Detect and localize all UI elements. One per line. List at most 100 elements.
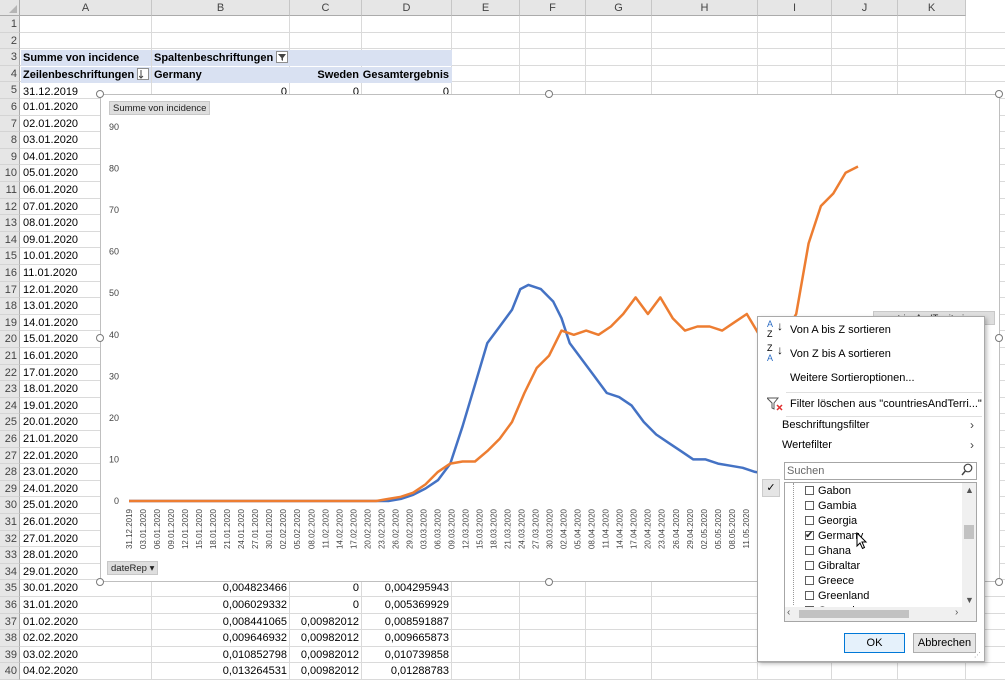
pivot-cell-sweden[interactable]: 0 [290,597,362,613]
pivot-row-date[interactable]: 02.01.2020 [23,116,98,132]
row-header-16[interactable]: 16 [0,265,20,282]
row-header-32[interactable]: 32 [0,530,20,548]
sort-z-to-a-item[interactable]: Z A ↓ Von Z bis A sortieren [758,343,984,365]
row-header-28[interactable]: 28 [0,464,20,481]
row-header-23[interactable]: 23 [0,381,20,398]
row-header-39[interactable]: 39 [0,646,20,664]
select-all-corner[interactable] [0,0,20,16]
row-filter-button[interactable] [137,68,150,81]
filter-list-item[interactable]: Gabon [805,484,851,499]
row-header-8[interactable]: 8 [0,132,20,149]
row-header-5[interactable]: 5 [0,82,20,99]
filter-list-item[interactable]: Germany [805,528,863,544]
ok-button[interactable]: OK [844,633,905,653]
row-header-10[interactable]: 10 [0,165,20,182]
pivot-row-date[interactable]: 17.01.2020 [23,365,98,381]
pivot-row-date[interactable]: 16.01.2020 [23,348,98,364]
pivot-cell-total[interactable]: 0,004295943 [362,580,452,596]
row-header-17[interactable]: 17 [0,281,20,299]
checkbox-icon[interactable] [805,516,814,525]
column-header-g[interactable]: G [586,0,652,16]
filter-list-item[interactable]: Gibraltar [805,559,860,574]
pivot-row-date[interactable]: 14.01.2020 [23,315,98,331]
checkbox-icon[interactable] [805,591,814,600]
pivot-row-date[interactable]: 15.01.2020 [23,331,98,347]
filter-list-item[interactable]: Greece [805,574,854,589]
pivot-cell-sweden[interactable]: 0,00982012 [290,614,362,630]
chart-resize-handle[interactable] [545,578,553,586]
chart-resize-handle[interactable] [96,90,104,98]
pivot-row-date[interactable]: 26.01.2020 [23,514,98,530]
pivot-row-date[interactable]: 18.01.2020 [23,381,98,397]
pivot-cell-sweden[interactable]: 0,00982012 [290,647,362,663]
row-header-24[interactable]: 24 [0,397,20,415]
filter-list-item[interactable]: Georgia [805,514,857,529]
pivot-col-total[interactable]: Gesamtergebnis [362,67,452,83]
pivot-row-date[interactable]: 25.01.2020 [23,497,98,513]
checkbox-icon[interactable] [805,546,814,555]
row-header-14[interactable]: 14 [0,231,20,249]
column-header-d[interactable]: D [362,0,452,16]
filter-search-input[interactable]: Suchen [784,462,977,480]
more-sort-options-item[interactable]: Weitere Sortieroptionen... [758,367,984,389]
row-header-29[interactable]: 29 [0,480,20,498]
pivot-row-date[interactable]: 06.01.2020 [23,182,98,198]
pivot-row-date[interactable]: 03.01.2020 [23,132,98,148]
row-header-31[interactable]: 31 [0,514,20,531]
pivot-row-date[interactable]: 20.01.2020 [23,414,98,430]
row-header-2[interactable]: 2 [0,32,20,50]
row-header-12[interactable]: 12 [0,198,20,216]
row-header-3[interactable]: 3 [0,49,20,66]
row-header-21[interactable]: 21 [0,348,20,365]
checkbox-checked-icon[interactable] [805,528,814,543]
row-header-7[interactable]: 7 [0,115,20,133]
pivot-cell-total[interactable]: 0,010739858 [362,647,452,663]
column-filter-button[interactable] [276,51,289,64]
row-header-40[interactable]: 40 [0,663,20,680]
filter-list-item[interactable]: Ghana [805,544,851,559]
pivot-row-date[interactable]: 05.01.2020 [23,165,98,181]
pivot-row-date[interactable]: 09.01.2020 [23,232,98,248]
scroll-down-icon[interactable]: ▼ [965,595,974,605]
pivot-row-date[interactable]: 29.01.2020 [23,564,98,580]
pivot-cell-total[interactable]: 0,005369929 [362,597,452,613]
list-horizontal-scrollbar[interactable]: ‹ › [785,607,976,621]
row-header-4[interactable]: 4 [0,65,20,83]
pivot-row-date[interactable]: 24.01.2020 [23,481,98,497]
scroll-right-icon[interactable]: › [955,607,958,618]
pivot-cell-sweden[interactable]: 0,00982012 [290,630,362,646]
pivot-cell-germany[interactable]: 0,013264531 [152,663,290,679]
pivot-cell-sweden[interactable]: 0,00982012 [290,663,362,679]
pivot-cell-total[interactable]: 0,008591887 [362,614,452,630]
pivot-row-date[interactable]: 10.01.2020 [23,248,98,264]
row-header-33[interactable]: 33 [0,547,20,564]
filter-item-list[interactable]: Gabon Gambia GeorgiaGermanyGhana Gibraltar G… [784,482,977,622]
pivot-row-date[interactable]: 27.01.2020 [23,531,98,547]
pivot-row-date[interactable]: 11.01.2020 [23,265,98,281]
pivot-row-date[interactable]: 08.01.2020 [23,215,98,231]
pivot-col-labels-header[interactable]: Spaltenbeschriftungen [152,50,452,66]
pivot-cell-germany[interactable]: 0,006029332 [152,597,290,613]
row-header-25[interactable]: 25 [0,414,20,431]
scroll-up-icon[interactable]: ▲ [965,485,974,495]
scroll-left-icon[interactable]: ‹ [787,607,790,618]
list-scroll-thumb[interactable] [964,525,974,539]
pivot-row-date[interactable]: 21.01.2020 [23,431,98,447]
chart-resize-handle[interactable] [995,334,1003,342]
pivot-cell-total[interactable]: 0,009665873 [362,630,452,646]
chart-resize-handle[interactable] [96,334,104,342]
pivot-row-date[interactable]: 13.01.2020 [23,298,98,314]
checkbox-icon[interactable] [805,561,814,570]
list-hscroll-thumb[interactable] [799,610,909,618]
pivot-cell-germany[interactable]: 0,010852798 [152,647,290,663]
clear-filter-item[interactable]: Filter löschen aus "countriesAndTerri...… [758,393,984,415]
pivot-cell-date[interactable]: 30.01.2020 [23,580,151,596]
filter-popup[interactable]: A Z ↓ Von A bis Z sortieren Z A ↓ Von Z bis … [757,316,985,662]
row-header-38[interactable]: 38 [0,630,20,647]
row-header-6[interactable]: 6 [0,99,20,116]
column-header-h[interactable]: H [652,0,758,16]
chart-axis-field-button[interactable]: dateRep ▾ [107,561,159,575]
pivot-row-date[interactable]: 19.01.2020 [23,398,98,414]
row-header-20[interactable]: 20 [0,331,20,348]
value-filter-item[interactable]: Wertefilter › [758,434,984,456]
